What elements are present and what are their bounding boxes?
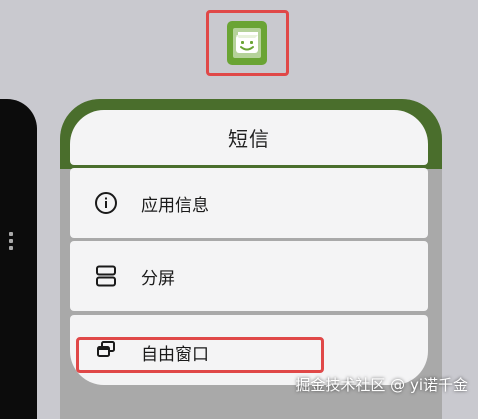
background-app-card[interactable]: [0, 99, 37, 419]
menu-title-card: 短信: [70, 110, 428, 165]
more-options-icon[interactable]: [9, 232, 13, 250]
watermark: 掘金技术社区 @ yi诺千金: [295, 376, 468, 394]
menu-title: 短信: [228, 127, 270, 151]
menu-item-label: 应用信息: [141, 195, 209, 216]
sms-app-glyph: [233, 28, 261, 58]
split-screen-icon: [96, 265, 116, 287]
menu-item-app-info[interactable]: 应用信息: [70, 168, 428, 238]
menu-item-split-screen[interactable]: 分屏: [70, 241, 428, 311]
free-window-highlight: [76, 337, 324, 373]
sms-app-icon[interactable]: [227, 21, 267, 65]
menu-item-label: 分屏: [141, 268, 175, 289]
info-icon: [95, 192, 117, 214]
app-icon-highlight: [206, 10, 289, 76]
